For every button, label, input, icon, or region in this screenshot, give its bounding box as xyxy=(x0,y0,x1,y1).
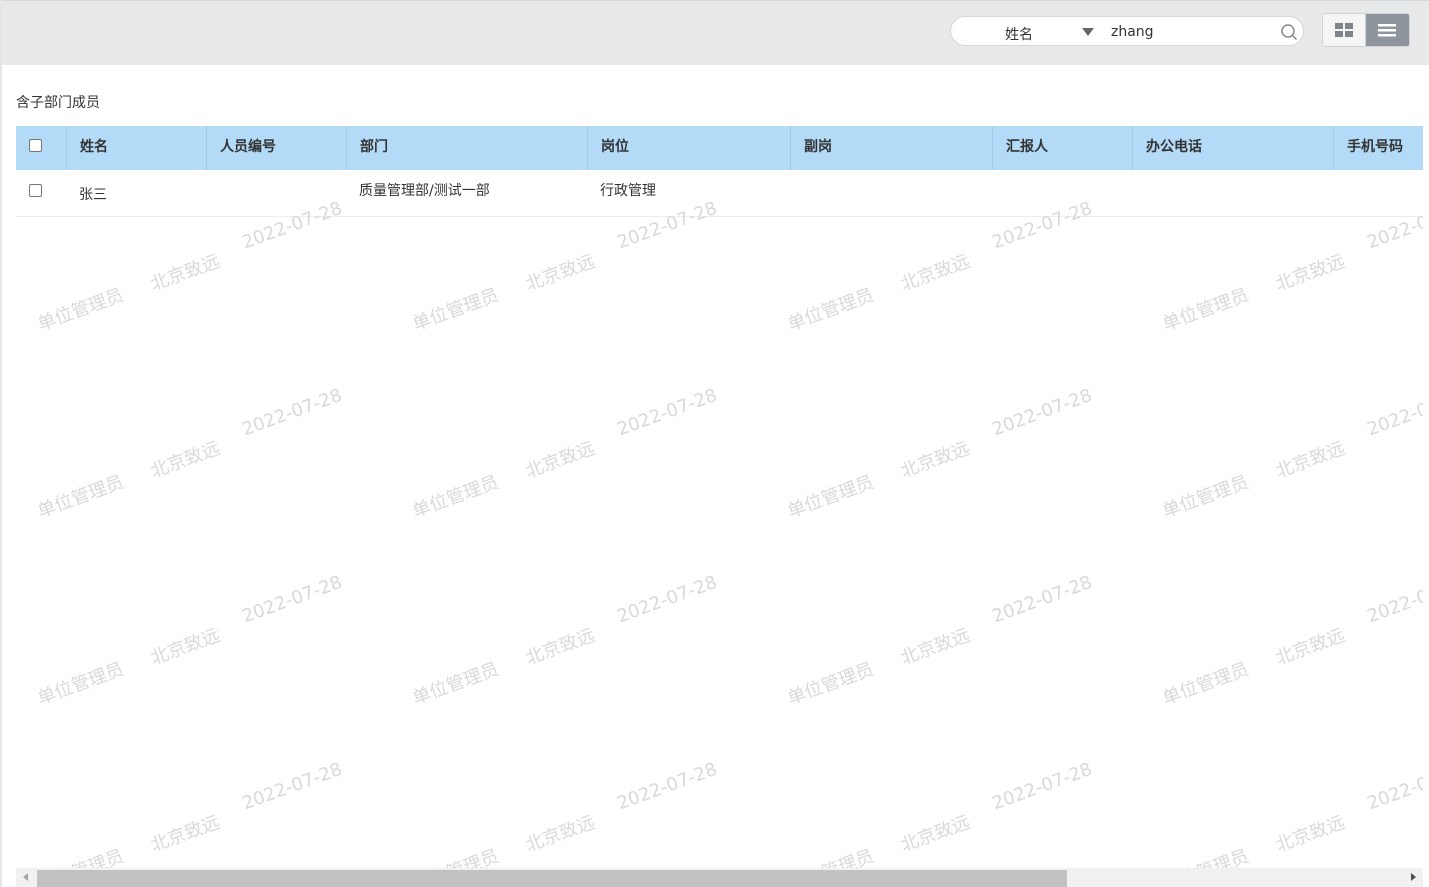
watermark-date: 2022-07-28 xyxy=(1364,384,1423,441)
watermark-date: 2022-07-28 xyxy=(239,384,345,441)
search-box[interactable]: 姓名 xyxy=(950,16,1304,46)
watermark-company: 北京致远 xyxy=(897,437,973,483)
col-name[interactable]: 姓名 xyxy=(66,126,206,170)
view-toggle-group xyxy=(1322,13,1410,47)
row-checkbox[interactable] xyxy=(29,184,42,197)
watermark-date: 2022-07-28 xyxy=(1364,571,1423,628)
watermark-role: 单位管理员 xyxy=(1159,658,1252,710)
left-edge xyxy=(0,0,2,887)
cell-name: 张三 xyxy=(79,187,107,203)
col-office-phone[interactable]: 办公电话 xyxy=(1132,126,1333,170)
col-dept[interactable]: 部门 xyxy=(346,126,587,170)
cell-post: 行政管理 xyxy=(600,183,656,199)
watermark-date: 2022-07-28 xyxy=(239,571,345,628)
toolbar: 姓名 xyxy=(2,0,1429,65)
watermark-company: 北京致远 xyxy=(1272,250,1348,296)
watermark-company: 北京致远 xyxy=(147,624,223,670)
watermark-company: 北京致远 xyxy=(897,250,973,296)
watermark-date: 2022-07-28 xyxy=(989,384,1095,441)
scrollbar-thumb[interactable] xyxy=(37,870,1067,887)
watermark-role: 单位管理员 xyxy=(34,471,127,523)
watermark-role: 单位管理员 xyxy=(1159,471,1252,523)
watermark-company: 北京致远 xyxy=(897,811,973,857)
watermark-company: 北京致远 xyxy=(522,437,598,483)
list-view-icon xyxy=(1378,24,1396,37)
watermark-date: 2022-07-28 xyxy=(989,571,1095,628)
watermark-role: 单位管理员 xyxy=(34,284,127,336)
watermark-date: 2022-07-28 xyxy=(614,571,720,628)
watermark-role: 单位管理员 xyxy=(409,658,502,710)
watermark-role: 单位管理员 xyxy=(409,842,502,868)
watermark-company: 北京致远 xyxy=(1272,437,1348,483)
scroll-right-icon[interactable] xyxy=(1411,873,1416,881)
watermark-date: 2022-07-28 xyxy=(614,384,720,441)
watermark-company: 北京致远 xyxy=(147,250,223,296)
watermark-date: 2022-07-28 xyxy=(989,758,1095,815)
caret-down-icon[interactable] xyxy=(1082,28,1094,36)
grid-view-button[interactable] xyxy=(1323,14,1366,46)
grid-view-icon xyxy=(1335,23,1353,37)
watermark-role: 单位管理员 xyxy=(34,842,127,868)
watermark-role: 单位管理员 xyxy=(784,471,877,523)
horizontal-scrollbar[interactable] xyxy=(16,868,1423,887)
watermark-date: 2022-07-28 xyxy=(239,758,345,815)
select-all-checkbox[interactable] xyxy=(29,139,42,152)
list-view-button[interactable] xyxy=(1366,14,1409,46)
watermark-role: 单位管理员 xyxy=(1159,284,1252,336)
col-code[interactable]: 人员编号 xyxy=(206,126,346,170)
watermark-role: 单位管理员 xyxy=(784,658,877,710)
include-sub-dept-label: 含子部门成员 xyxy=(16,95,100,111)
watermark-company: 北京致远 xyxy=(522,624,598,670)
watermark-company: 北京致远 xyxy=(897,624,973,670)
watermark-company: 北京致远 xyxy=(522,811,598,857)
watermark-company: 北京致远 xyxy=(147,437,223,483)
scroll-left-icon[interactable] xyxy=(23,873,28,881)
watermark-date: 2022-07-28 xyxy=(1364,758,1423,815)
table-header: 姓名 人员编号 部门 岗位 副岗 汇报人 办公电话 手机号码 xyxy=(16,126,1423,170)
watermark-date: 2022-07-28 xyxy=(614,758,720,815)
watermark-company: 北京致远 xyxy=(522,250,598,296)
watermark-role: 单位管理员 xyxy=(34,658,127,710)
cell-dept: 质量管理部/测试一部 xyxy=(359,183,490,199)
watermark-role: 单位管理员 xyxy=(784,284,877,336)
watermark-role: 单位管理员 xyxy=(1159,842,1252,868)
col-mobile[interactable]: 手机号码 xyxy=(1333,126,1423,170)
watermark-company: 北京致远 xyxy=(1272,811,1348,857)
watermark-role: 单位管理员 xyxy=(409,284,502,336)
col-post[interactable]: 岗位 xyxy=(587,126,790,170)
search-input[interactable] xyxy=(1111,22,1261,42)
col-reporter[interactable]: 汇报人 xyxy=(992,126,1132,170)
search-icon[interactable] xyxy=(1280,23,1298,41)
watermark-company: 北京致远 xyxy=(147,811,223,857)
search-field-select[interactable]: 姓名 xyxy=(1005,24,1033,44)
watermark-role: 单位管理员 xyxy=(409,471,502,523)
watermark-layer: 单位管理员 北京致远 2022-07-28 单位管理员 北京致远 2022-07-28 单位… xyxy=(16,126,1423,868)
col-vice-post[interactable]: 副岗 xyxy=(790,126,992,170)
watermark-company: 北京致远 xyxy=(1272,624,1348,670)
table-row[interactable]: 张三 质量管理部/测试一部 行政管理 xyxy=(16,170,1423,217)
member-table: 姓名 人员编号 部门 岗位 副岗 汇报人 办公电话 手机号码 张三 质量管理部/… xyxy=(16,126,1423,868)
header-select-cell xyxy=(16,126,66,170)
watermark-role: 单位管理员 xyxy=(784,842,877,868)
